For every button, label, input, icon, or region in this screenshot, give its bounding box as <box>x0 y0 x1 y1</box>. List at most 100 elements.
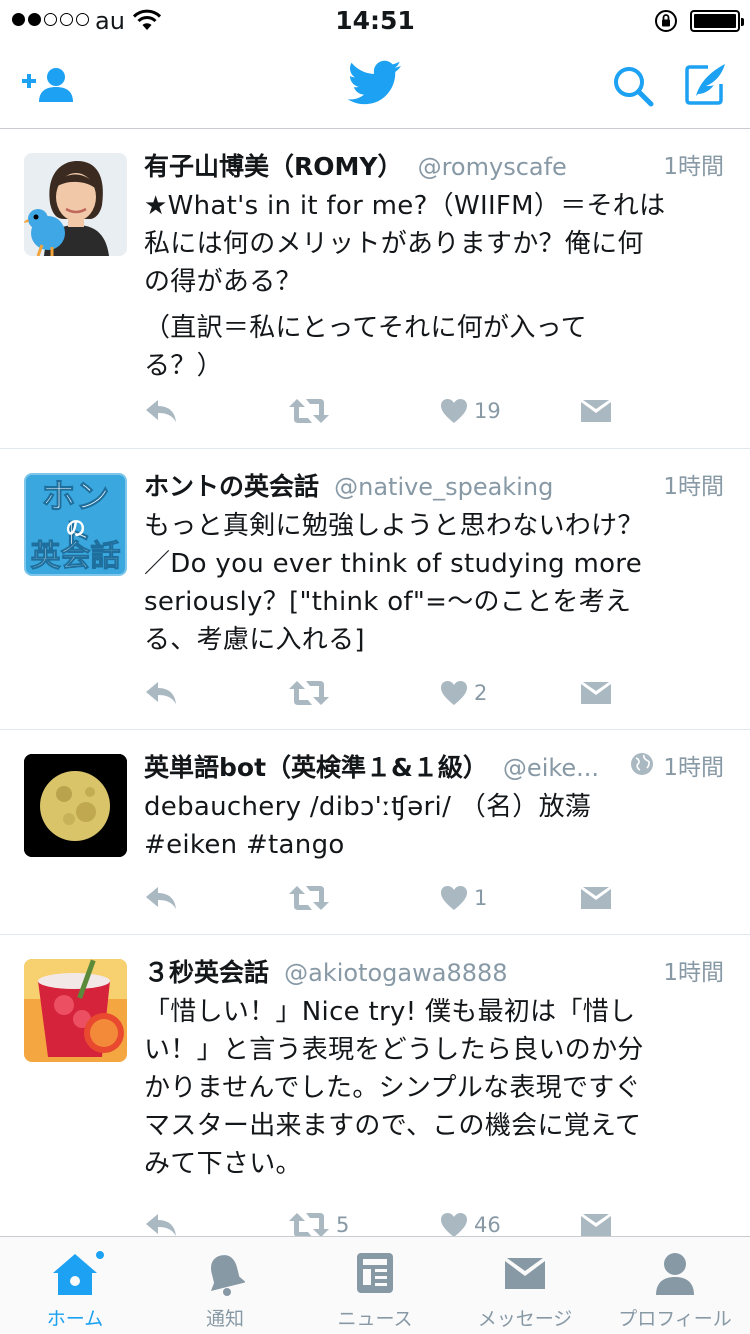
tweet-text-line: （直訳＝私にとってそれに何が入って <box>144 313 587 343</box>
like-button[interactable]: 19 <box>440 391 501 431</box>
avatar[interactable] <box>24 959 127 1062</box>
tweet-text-line: seriously？["think of"=〜のことを考え <box>144 587 632 617</box>
author-handle[interactable]: @romyscafe <box>418 153 567 181</box>
tab-notifications[interactable]: 通知 <box>150 1237 300 1334</box>
tweet-actions: 1 <box>144 878 624 918</box>
avatar[interactable] <box>24 754 127 857</box>
like-count: 46 <box>474 1213 501 1236</box>
tweet-text-line: の得がある？ <box>144 267 302 297</box>
tab-profile[interactable]: プロフィール <box>600 1237 750 1334</box>
tab-news[interactable]: ニュース <box>300 1237 450 1334</box>
direct-message-button[interactable] <box>580 878 612 918</box>
tweet-time: 1時間 <box>659 953 724 987</box>
tweet-text-line: 私には何のメリットがありますか？俺に何 <box>144 229 644 259</box>
tab-label: ニュース <box>337 1308 413 1330</box>
new-tweets-dot <box>94 1249 106 1261</box>
reply-button[interactable] <box>144 1205 178 1236</box>
tweet-text: 「惜しい！」Nice try! 僕も最初は「惜し い！」と言う表現をどうしたら良… <box>144 993 724 1183</box>
tweet-item[interactable]: 有子山博美（ROMY） @romyscafe 1時間 ★What's in it… <box>0 129 750 449</box>
tweet-text-line: る？） <box>144 351 223 381</box>
direct-message-button[interactable] <box>580 1205 612 1236</box>
tweet-text-line: ／Do you ever think of studying more <box>144 549 643 579</box>
retweet-button[interactable] <box>288 878 336 918</box>
author-name[interactable]: ホントの英会話 <box>144 472 319 501</box>
tweet-text: もっと真剣に勉強しようと思わないわけ？ ／Do you ever think o… <box>144 507 724 659</box>
tweet-text-line: みて下さい。 <box>144 1149 302 1179</box>
author-name[interactable]: ３秒英会話 <box>144 958 269 987</box>
author-handle[interactable]: @akiotogawa8888 <box>284 959 507 987</box>
reply-icon <box>146 1214 176 1236</box>
add-user-icon[interactable] <box>22 66 76 104</box>
heart-icon <box>441 681 467 705</box>
like-button[interactable]: 1 <box>440 878 487 918</box>
compose-icon[interactable] <box>684 62 728 106</box>
retweet-icon <box>289 399 329 423</box>
bottom-tab-bar: ホーム 通知 ニュース メッセージ プロフィール <box>0 1236 750 1334</box>
retweet-button[interactable]: 5 <box>288 1205 349 1236</box>
tweet-text-line: い！」と言う表現をどうしたら良いのか分 <box>144 1035 644 1065</box>
tab-label: 通知 <box>205 1308 244 1330</box>
author-handle[interactable]: @native_speaking <box>334 473 553 501</box>
profile-icon <box>656 1253 694 1295</box>
tweet-text-line: もっと真剣に勉強しようと思わないわけ？ <box>144 511 644 541</box>
reply-button[interactable] <box>144 878 178 918</box>
author-handle[interactable]: @eike... <box>503 754 599 782</box>
tweet-text-line: #eiken #tango <box>144 830 345 860</box>
globe-icon <box>631 753 653 775</box>
envelope-icon <box>581 682 611 704</box>
reply-icon <box>146 682 176 704</box>
timeline[interactable]: 有子山博美（ROMY） @romyscafe 1時間 ★What's in it… <box>0 129 750 1236</box>
orientation-lock-icon <box>655 10 677 32</box>
avatar[interactable] <box>24 153 127 256</box>
tab-home[interactable]: ホーム <box>0 1237 150 1334</box>
retweet-button[interactable] <box>288 673 336 713</box>
tweet-time: 1時間 <box>659 748 724 782</box>
avatar[interactable]: ホント の 英会話 <box>24 473 127 576</box>
tab-label: メッセージ <box>477 1308 573 1330</box>
tweet-header: ホントの英会話 @native_speaking 1時間 <box>144 467 724 507</box>
tweet-text-line: る、考慮に入れる] <box>144 625 365 655</box>
tweet-text-line: マスター出来ますので、この機会に覚えて <box>144 1111 642 1141</box>
news-icon <box>357 1253 393 1293</box>
tweet-text-line: 「惜しい！」Nice try! 僕も最初は「惜し <box>144 997 636 1027</box>
like-count: 1 <box>474 886 488 910</box>
heart-icon <box>441 399 467 423</box>
like-count: 2 <box>474 681 488 705</box>
direct-message-button[interactable] <box>580 391 612 431</box>
tweet-item[interactable]: 英単語bot（英検準１&１級） @eike... 1時間 debauchery … <box>0 730 750 935</box>
retweet-icon <box>289 1213 329 1236</box>
heart-icon <box>441 886 467 910</box>
author-name[interactable]: 有子山博美（ROMY） <box>144 152 403 181</box>
twitter-bird-icon[interactable] <box>348 60 402 106</box>
retweet-icon <box>289 886 329 910</box>
tweet-header: ３秒英会話 @akiotogawa8888 1時間 <box>144 953 724 993</box>
envelope-icon <box>581 887 611 909</box>
retweet-icon <box>289 681 329 705</box>
tweet-text-line: ★What's in it for me?（WIIFM）＝それは <box>144 191 666 221</box>
retweet-button[interactable] <box>288 391 336 431</box>
search-icon[interactable] <box>612 65 654 107</box>
tweet-text-line: かりませんでした。シンプルな表現ですぐ <box>144 1073 641 1103</box>
tweet-item[interactable]: ３秒英会話 @akiotogawa8888 1時間 「惜しい！」Nice try… <box>0 935 750 1236</box>
reply-icon <box>146 400 176 422</box>
tweet-header: 英単語bot（英検準１&１級） @eike... 1時間 <box>144 748 724 788</box>
tab-label: ホーム <box>46 1308 104 1330</box>
tab-messages[interactable]: メッセージ <box>450 1237 600 1334</box>
tweet-actions: 19 <box>144 391 624 431</box>
reply-button[interactable] <box>144 391 178 431</box>
direct-message-button[interactable] <box>580 673 612 713</box>
tweet-time: 1時間 <box>659 467 724 501</box>
avatar-text: の <box>65 516 86 540</box>
like-button[interactable]: 2 <box>440 673 487 713</box>
retweet-count: 5 <box>336 1213 350 1236</box>
bell-icon <box>210 1255 245 1296</box>
tweet-header: 有子山博美（ROMY） @romyscafe 1時間 <box>144 147 724 187</box>
tweet-time: 1時間 <box>659 147 724 181</box>
reply-button[interactable] <box>144 673 178 713</box>
battery-icon <box>690 10 744 32</box>
author-name[interactable]: 英単語bot（英検準１&１級） <box>144 753 488 782</box>
tweet-text: debauchery /dibɔ'ːʧəri/ （名）放蕩 #eiken #ta… <box>144 788 724 864</box>
home-icon <box>53 1254 97 1295</box>
tweet-item[interactable]: ホント の 英会話 ホントの英会話 @native_speaking 1時間 も… <box>0 449 750 730</box>
like-button[interactable]: 46 <box>440 1205 501 1236</box>
